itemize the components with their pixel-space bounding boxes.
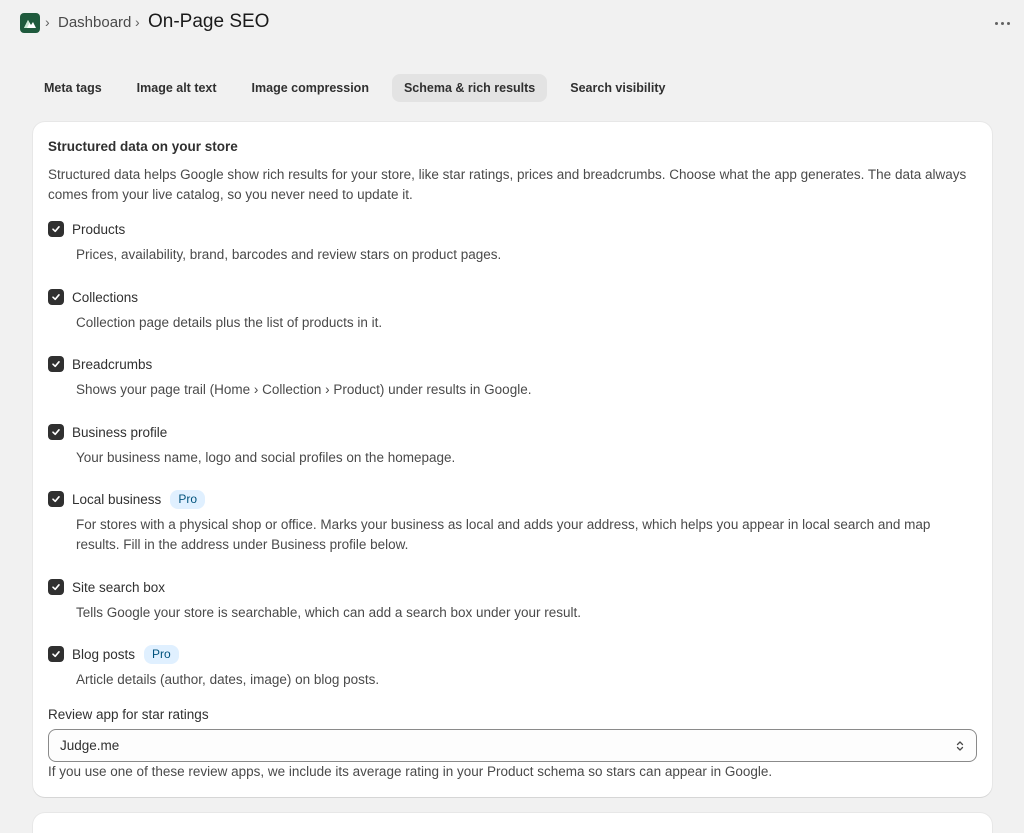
blog-posts-checkbox[interactable]: [48, 646, 64, 662]
option-collections: Collections Collection page details plus…: [48, 287, 968, 333]
mountain-logo-icon[interactable]: [20, 13, 40, 33]
review-app-help: If you use one of these review apps, we …: [48, 764, 773, 779]
breadcrumb-separator: ›: [135, 14, 140, 30]
checkmark-icon: [52, 226, 60, 233]
card-description: Structured data helps Google show rich r…: [48, 167, 967, 202]
checkmark-icon: [52, 294, 60, 301]
tab-image-compression[interactable]: Image compression: [240, 74, 381, 102]
tab-schema-rich-results[interactable]: Schema & rich results: [391, 74, 548, 102]
option-products: Products Prices, availability, brand, ba…: [48, 219, 968, 265]
option-site-search-box: Site search box Tells Google your store …: [48, 577, 968, 623]
option-breadcrumbs: Breadcrumbs Shows your page trail (Home …: [48, 354, 968, 400]
card-title: Structured data on your store: [48, 139, 238, 154]
pro-badge: Pro: [170, 489, 205, 509]
option-label: Breadcrumbs: [72, 356, 153, 372]
checkmark-icon: [52, 361, 60, 368]
tab-meta-tags[interactable]: Meta tags: [32, 74, 114, 102]
option-help: Article details (author, dates, image) o…: [76, 672, 380, 687]
tab-image-alt-text[interactable]: Image alt text: [125, 74, 229, 102]
option-local-business: Local business Pro For stores with a phy…: [48, 489, 968, 555]
option-label: Products: [72, 221, 126, 237]
business-profile-checkbox[interactable]: [48, 424, 64, 440]
review-app-label: Review app for star ratings: [48, 707, 209, 722]
option-label: Local business: [72, 491, 162, 507]
review-app-select-value: Judge.me: [60, 738, 120, 753]
option-help: Collection page details plus the list of…: [76, 315, 383, 330]
option-help: Shows your page trail (Home › Collection…: [76, 382, 532, 397]
checkmark-icon: [52, 496, 60, 503]
tab-search-visibility[interactable]: Search visibility: [558, 74, 677, 102]
tab-bar: Meta tags Image alt text Image compressi…: [32, 74, 688, 102]
review-app-select[interactable]: Judge.me: [48, 729, 977, 762]
option-help: Your business name, logo and social prof…: [76, 450, 456, 465]
top-bar: › Dashboard › On-Page SEO: [0, 0, 1024, 48]
checkmark-icon: [52, 651, 60, 658]
option-label: Business profile: [72, 424, 168, 440]
select-chevron-icon: [956, 741, 964, 751]
more-horizontal-icon[interactable]: [990, 12, 1014, 34]
option-label: Collections: [72, 289, 139, 305]
products-checkbox[interactable]: [48, 221, 64, 237]
option-help: For stores with a physical shop or offic…: [76, 517, 931, 552]
checkmark-icon: [52, 429, 60, 436]
option-label: Blog posts: [72, 646, 136, 662]
option-business-profile: Business profile Your business name, log…: [48, 422, 968, 468]
breadcrumbs-checkbox[interactable]: [48, 356, 64, 372]
next-card: [33, 813, 992, 833]
breadcrumb-separator: ›: [45, 14, 50, 30]
option-help: Prices, availability, brand, barcodes an…: [76, 247, 502, 262]
option-blog-posts: Blog posts Pro Article details (author, …: [48, 644, 968, 690]
structured-data-card: Structured data on your store Structured…: [33, 122, 992, 797]
checkmark-icon: [52, 584, 60, 591]
site-search-box-checkbox[interactable]: [48, 579, 64, 595]
pro-badge: Pro: [144, 644, 179, 664]
collections-checkbox[interactable]: [48, 289, 64, 305]
option-label: Site search box: [72, 579, 166, 595]
page-title: On-Page SEO: [148, 11, 270, 32]
option-help: Tells Google your store is searchable, w…: [76, 605, 582, 620]
local-business-checkbox[interactable]: [48, 491, 64, 507]
breadcrumb-dashboard-link[interactable]: Dashboard: [58, 14, 131, 31]
